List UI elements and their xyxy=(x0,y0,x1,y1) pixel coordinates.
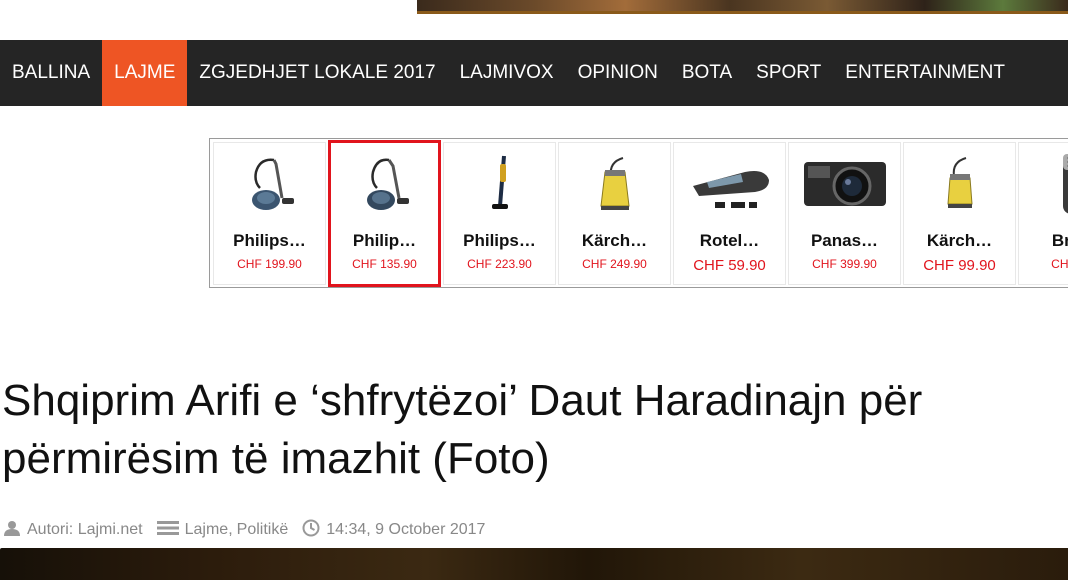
nav-item-sport[interactable]: SPORT xyxy=(744,40,833,106)
date-text: 14:34, 9 October 2017 xyxy=(326,521,486,538)
product-card[interactable]: Panas… CHF 399.90 xyxy=(788,142,901,285)
product-price: CHF 3… xyxy=(1051,257,1068,271)
product-name: Philips… xyxy=(233,231,306,250)
nav-item-lajmivox[interactable]: LAJMIVOX xyxy=(448,40,566,106)
product-card[interactable]: Philips… CHF 199.90 xyxy=(213,142,326,285)
canister-vacuum-icon xyxy=(340,149,430,219)
handheld-vacuum-icon xyxy=(685,149,775,219)
product-card[interactable]: Kärch… CHF 249.90 xyxy=(558,142,671,285)
product-card[interactable]: Rotel… CHF 59.90 xyxy=(673,142,786,285)
product-price: CHF 99.90 xyxy=(923,257,996,274)
category-meta: Lajme , Politikë xyxy=(156,520,289,541)
camera-icon xyxy=(800,149,890,219)
product-name: Rotel… xyxy=(699,231,760,250)
user-icon xyxy=(3,520,27,541)
clock-icon xyxy=(302,519,326,542)
nav-item-zgjedhjet[interactable]: ZGJEDHJET LOKALE 2017 xyxy=(187,40,447,106)
article-meta: Autori: Lajmi.net Lajme , Politikë 14:34… xyxy=(3,518,499,542)
list-icon xyxy=(156,520,185,541)
product-price: CHF 399.90 xyxy=(812,257,877,271)
product-card[interactable]: Kärch… CHF 99.90 xyxy=(903,142,1016,285)
product-name: Philip… xyxy=(352,231,417,250)
nav-item-ballina[interactable]: BALLINA xyxy=(0,40,102,106)
product-name: Bra… xyxy=(1051,231,1068,250)
category-link-politike[interactable]: Politikë xyxy=(237,521,289,539)
product-price: CHF 135.90 xyxy=(352,257,417,271)
product-card[interactable]: Philips… CHF 223.90 xyxy=(443,142,556,285)
main-navigation: BALLINA LAJME ZGJEDHJET LOKALE 2017 LAJM… xyxy=(0,40,1068,106)
product-name: Panas… xyxy=(810,231,879,250)
product-price: CHF 249.90 xyxy=(582,257,647,271)
canister-vacuum-icon xyxy=(225,149,315,219)
product-name: Kärch… xyxy=(926,231,993,250)
article-photo[interactable] xyxy=(0,548,1068,580)
stick-vacuum-icon xyxy=(455,149,545,219)
nav-item-entertainment[interactable]: ENTERTAINMENT xyxy=(833,40,1017,106)
author-text: Autori: Lajmi.net xyxy=(27,521,143,538)
nav-item-lajme[interactable]: LAJME xyxy=(102,40,188,106)
product-price: CHF 223.90 xyxy=(467,257,532,271)
wet-dry-vacuum-icon xyxy=(570,149,660,219)
top-banner-ad[interactable] xyxy=(417,0,1068,14)
product-name: Kärch… xyxy=(581,231,648,250)
article-title: Shqiprim Arifi e ‘shfrytëzoi’ Daut Harad… xyxy=(2,376,923,483)
wet-dry-vacuum-icon xyxy=(915,149,1005,219)
product-price: CHF 59.90 xyxy=(693,257,766,274)
product-name: Philips… xyxy=(463,231,536,250)
category-link-lajme[interactable]: Lajme xyxy=(185,521,229,539)
product-card[interactable]: Bra… CHF 3… xyxy=(1018,142,1068,285)
nav-item-bota[interactable]: BOTA xyxy=(670,40,744,106)
shaver-icon xyxy=(1030,149,1068,219)
product-price: CHF 199.90 xyxy=(237,257,302,271)
product-card-selected[interactable]: Philip… CHF 135.90 xyxy=(328,140,441,287)
nav-item-opinion[interactable]: OPINION xyxy=(566,40,670,106)
product-ad-strip: Philips… CHF 199.90 Philip… CHF 135.90 P… xyxy=(209,138,1068,288)
author-meta: Autori: Lajmi.net xyxy=(3,520,143,541)
date-meta: 14:34, 9 October 2017 xyxy=(302,519,485,542)
category-separator: , xyxy=(228,521,233,538)
